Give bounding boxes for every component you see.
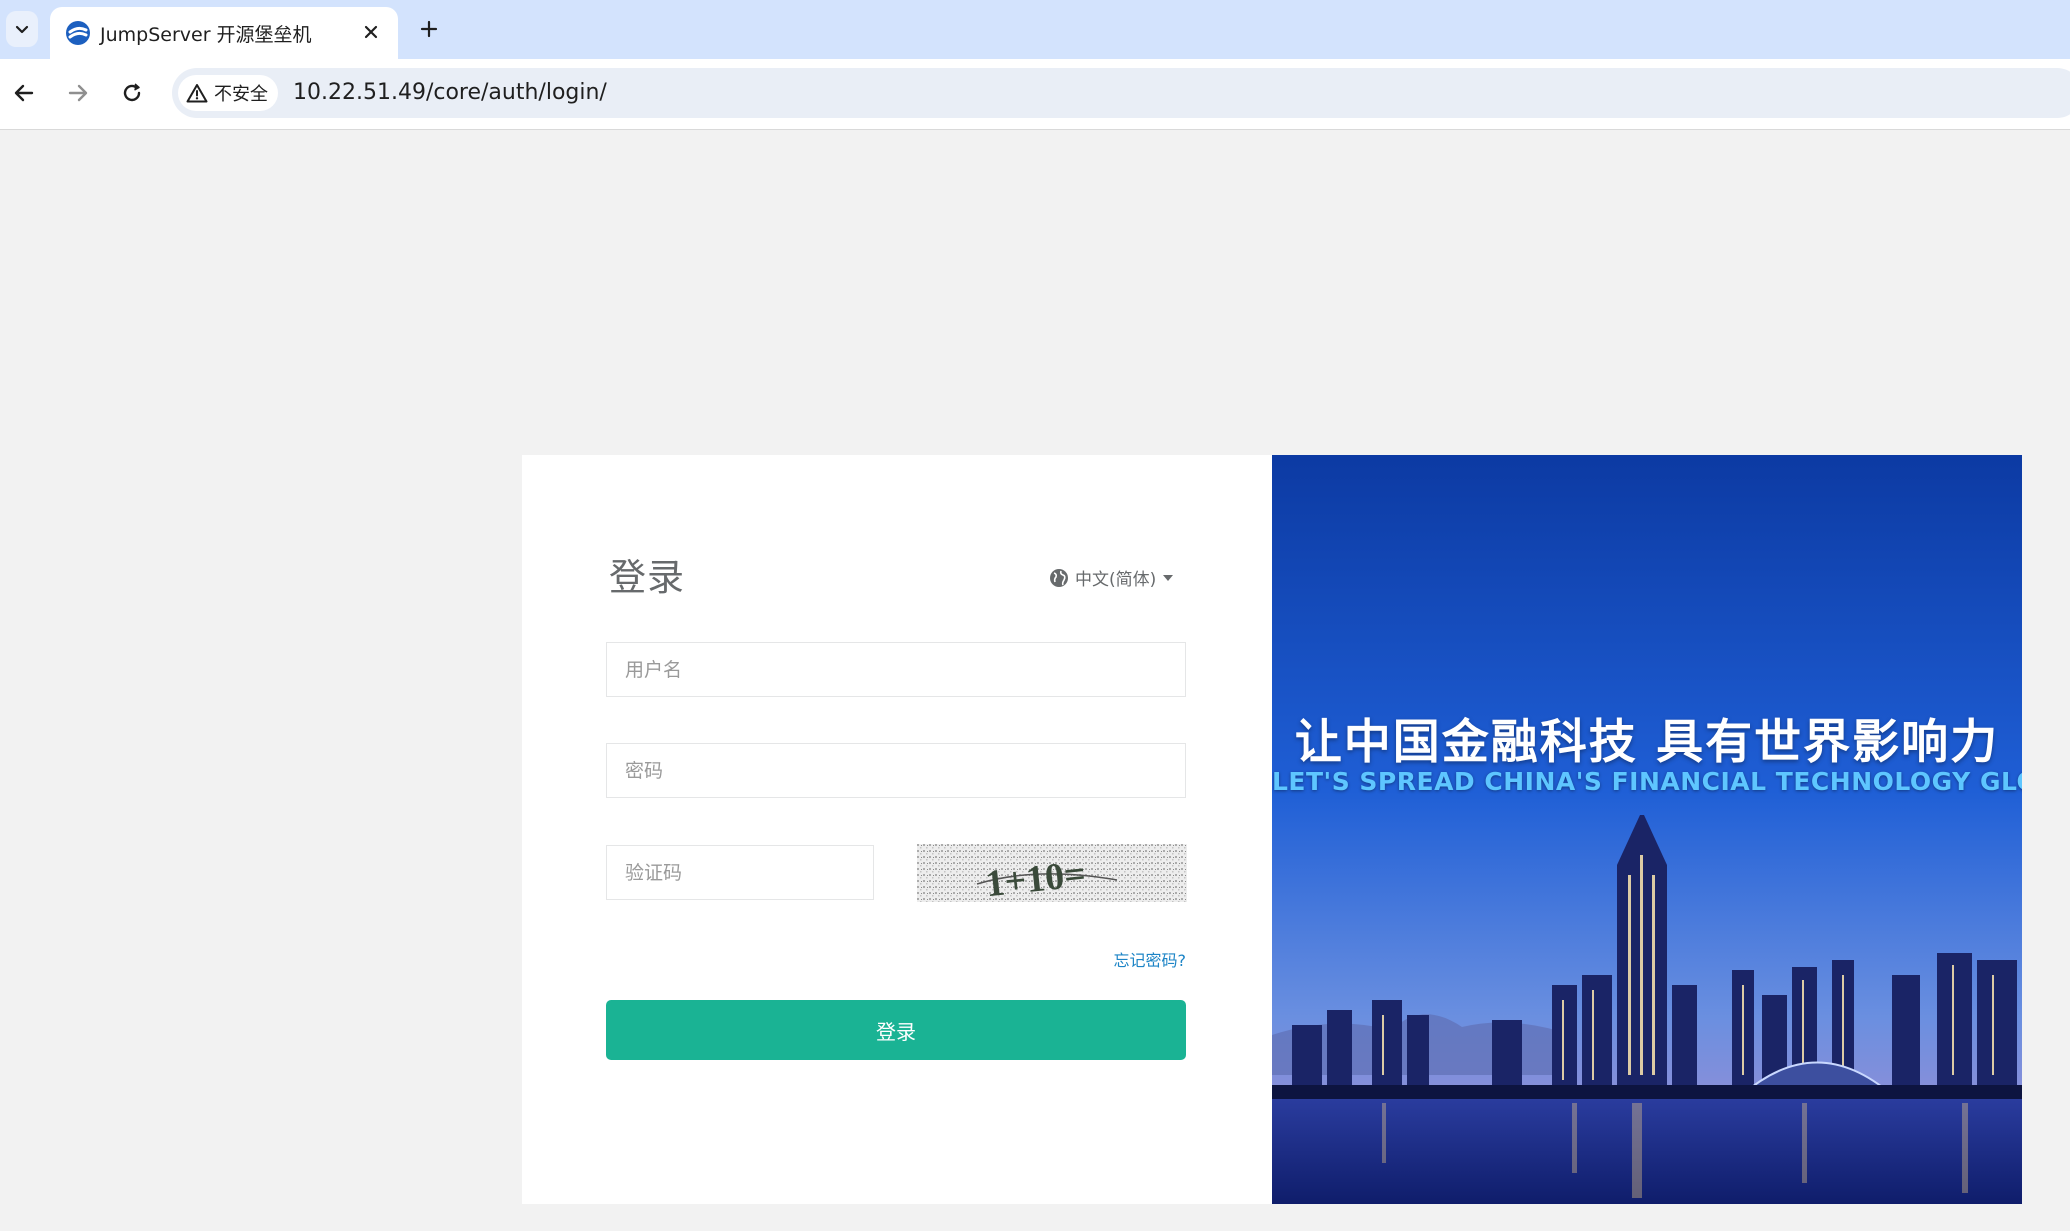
browser-toolbar: 不安全 10.22.51.49/core/auth/login/ xyxy=(0,59,2070,130)
reload-button[interactable] xyxy=(114,75,150,111)
banner-title: 让中国金融科技 具有世界影响力 xyxy=(1294,715,2000,770)
captcha-field[interactable] xyxy=(606,845,874,900)
username-input[interactable] xyxy=(607,643,1185,696)
language-label: 中文(简体) xyxy=(1075,570,1157,590)
captcha-input[interactable] xyxy=(607,846,873,899)
globe-icon xyxy=(1050,568,1068,587)
new-tab-button[interactable] xyxy=(414,14,444,44)
caret-down-icon xyxy=(1163,574,1174,581)
password-input[interactable] xyxy=(607,744,1185,797)
login-button[interactable]: 登录 xyxy=(606,1000,1186,1060)
captcha-image[interactable]: 1+10= xyxy=(917,844,1187,902)
login-banner: 让中国金融科技 具有世界影响力 LET'S SPREAD CHINA'S FIN… xyxy=(1272,455,2022,1204)
jumpserver-logo-icon xyxy=(66,21,90,45)
forgot-password-link[interactable]: 忘记密码? xyxy=(1114,947,1187,971)
close-icon xyxy=(364,25,378,39)
arrow-right-icon xyxy=(68,84,88,102)
banner-subtitle: LET'S SPREAD CHINA'S FINANCIAL TECHNOLOG… xyxy=(1272,767,2022,796)
plus-icon xyxy=(420,20,438,38)
tab-search-button[interactable] xyxy=(6,11,38,47)
url-text[interactable]: 10.22.51.49/core/auth/login/ xyxy=(293,80,607,105)
security-label: 不安全 xyxy=(214,84,268,105)
login-card: 登录 中文(简体) 1 xyxy=(522,455,1272,1204)
site-security-chip[interactable]: 不安全 xyxy=(178,75,278,111)
username-field[interactable] xyxy=(606,642,1186,697)
tab-close-button[interactable] xyxy=(358,19,384,45)
browser-tab-active[interactable]: JumpServer 开源堡垒机 xyxy=(50,7,398,59)
back-button[interactable] xyxy=(6,75,42,111)
warning-icon xyxy=(186,84,208,103)
login-title: 登录 xyxy=(609,556,685,599)
reload-icon xyxy=(123,83,141,102)
city-skyline-image xyxy=(1272,455,2022,1204)
tab-title: JumpServer 开源堡垒机 xyxy=(100,24,312,46)
forward-button[interactable] xyxy=(60,75,96,111)
captcha-noise: 1+10= xyxy=(917,844,1187,902)
chevron-down-icon xyxy=(15,25,29,34)
arrow-left-icon xyxy=(14,84,34,102)
language-switcher[interactable]: 中文(简体) xyxy=(1049,565,1174,590)
password-field[interactable] xyxy=(606,743,1186,798)
address-bar[interactable]: 不安全 10.22.51.49/core/auth/login/ xyxy=(172,68,2070,118)
browser-tab-strip: JumpServer 开源堡垒机 xyxy=(0,0,2070,59)
